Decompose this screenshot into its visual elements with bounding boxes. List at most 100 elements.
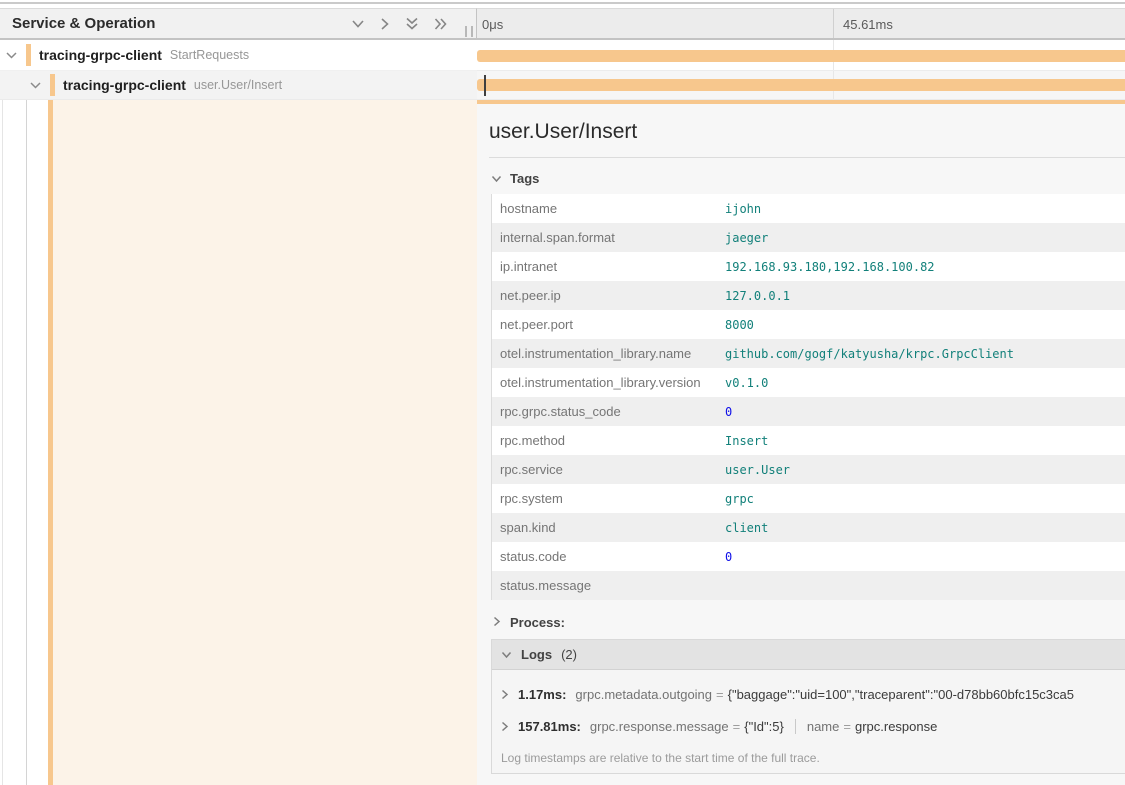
span-row-start-requests: tracing-grpc-client StartRequests: [0, 40, 1125, 71]
tag-key: rpc.grpc.status_code: [492, 404, 725, 419]
tag-row: status.message: [492, 571, 1125, 600]
tag-row: rpc.grpc.status_code0: [492, 397, 1125, 426]
tag-row: hostnameijohn: [492, 194, 1125, 223]
span-color-accent: [26, 44, 31, 66]
panel-resize-handle[interactable]: [465, 26, 473, 37]
chevron-down-icon[interactable]: [5, 51, 18, 60]
log-field-key: grpc.response.message: [590, 719, 729, 734]
tag-row: net.peer.port8000: [492, 310, 1125, 339]
tag-key: span.kind: [492, 520, 725, 535]
span-color-accent: [50, 74, 55, 96]
top-divider: [0, 2, 1125, 4]
span-bar-user-insert[interactable]: [477, 79, 1125, 91]
selected-span-indent-strip: [0, 100, 477, 785]
span-rows: tracing-grpc-client StartRequests tracin…: [0, 40, 1125, 100]
tag-row: net.peer.ip127.0.0.1: [492, 281, 1125, 310]
timeline-tick-mid: 45.61ms: [843, 17, 893, 32]
tag-row: status.code0: [492, 542, 1125, 571]
tag-row: internal.span.formatjaeger: [492, 223, 1125, 252]
tag-row: rpc.methodInsert: [492, 426, 1125, 455]
tag-key: otel.instrumentation_library.version: [492, 375, 725, 390]
timeline-tick-divider: [833, 9, 834, 38]
timeline-cursor-marker: [484, 75, 486, 96]
tag-row: rpc.serviceuser.User: [492, 455, 1125, 484]
span-row-user-insert: tracing-grpc-client user.User/Insert: [0, 71, 1125, 100]
equals-sign: =: [843, 719, 851, 734]
tag-value: 127.0.0.1: [725, 289, 790, 303]
chevron-right-icon: [501, 721, 509, 732]
log-field-value: {"Id":5}: [744, 719, 784, 734]
chevron-right-icon: [501, 689, 509, 700]
tag-value: jaeger: [725, 231, 768, 245]
tag-value: Insert: [725, 434, 768, 448]
span-track-start-requests: [477, 40, 1125, 71]
tag-value: client: [725, 521, 768, 535]
tags-section-label: Tags: [510, 171, 539, 186]
log-entry[interactable]: 157.81ms:grpc.response.message={"Id":5}n…: [501, 719, 1125, 734]
tag-key: rpc.service: [492, 462, 725, 477]
log-entry[interactable]: 1.17ms: grpc.metadata.outgoing = {"baggage"…: [501, 687, 1125, 702]
span-label-user-insert[interactable]: tracing-grpc-client user.User/Insert: [0, 71, 477, 100]
log-field-value: {"baggage":"uid=100","traceparent":"00-d…: [728, 687, 1074, 702]
span-detail-title: user.User/Insert: [489, 120, 1125, 144]
selected-span-highlight: [53, 100, 477, 785]
chevron-down-icon[interactable]: [29, 81, 42, 90]
chevron-down-icon: [491, 171, 502, 186]
tag-row: ip.intranet192.168.93.180,192.168.100.82: [492, 252, 1125, 281]
tag-key: otel.instrumentation_library.name: [492, 346, 725, 361]
expand-all-icon[interactable]: [405, 17, 419, 31]
log-field-key: name: [807, 719, 840, 734]
span-detail-panel: user.User/Insert Tags hostnameijohninter…: [477, 100, 1125, 785]
operation-name: user.User/Insert: [194, 78, 282, 92]
tag-key: status.message: [492, 578, 725, 593]
timeline-header: 0μs 45.61ms: [477, 8, 1125, 40]
indent-guide-line: [2, 100, 3, 785]
process-section-header[interactable]: Process:: [493, 615, 1125, 630]
equals-sign: =: [716, 687, 724, 702]
logs-section-label: Logs: [521, 647, 552, 662]
chevron-right-icon: [493, 615, 501, 630]
operation-name: StartRequests: [170, 48, 249, 62]
title-divider: [489, 157, 1125, 158]
tags-section-header[interactable]: Tags: [491, 171, 1125, 186]
chevron-down-icon: [501, 646, 512, 664]
log-field-key: grpc.metadata.outgoing: [575, 687, 712, 702]
tag-value: grpc: [725, 492, 754, 506]
equals-sign: =: [733, 719, 741, 734]
log-timestamp: 1.17ms:: [518, 687, 566, 702]
logs-section: Logs (2) 1.17ms:grpc.metadata.outgoing={…: [491, 639, 1125, 774]
tag-key: internal.span.format: [492, 230, 725, 245]
process-section-label: Process:: [510, 615, 565, 630]
tag-value: 0: [725, 550, 732, 564]
tag-value: v0.1.0: [725, 376, 768, 390]
tag-key: net.peer.port: [492, 317, 725, 332]
logs-count: (2): [561, 647, 577, 662]
service-operation-header: Service & Operation: [0, 8, 477, 40]
logs-footer-note: Log timestamps are relative to the start…: [501, 751, 1125, 765]
tag-key: hostname: [492, 201, 725, 216]
tag-key: rpc.method: [492, 433, 725, 448]
logs-list: 1.17ms: grpc.metadata.outgoing = {"baggage"…: [492, 670, 1125, 773]
tag-value: 192.168.93.180,192.168.100.82: [725, 260, 935, 274]
span-bar-start-requests[interactable]: [477, 50, 1125, 62]
logs-section-header[interactable]: Logs (2): [492, 640, 1125, 670]
tag-row: otel.instrumentation_library.versionv0.1…: [492, 368, 1125, 397]
tag-key: net.peer.ip: [492, 288, 725, 303]
span-label-start-requests[interactable]: tracing-grpc-client StartRequests: [0, 40, 477, 71]
tag-value: github.com/gogf/katyusha/krpc.GrpcClient: [725, 347, 1014, 361]
tag-value: 0: [725, 405, 732, 419]
timeline-tick-start: 0μs: [482, 17, 503, 32]
tag-value: 8000: [725, 318, 754, 332]
expand-one-level-icon[interactable]: [351, 19, 365, 29]
trace-view: Service & Operation 0μs 45.61ms: [0, 0, 1125, 785]
tag-row: span.kindclient: [492, 513, 1125, 542]
span-track-user-insert: [477, 71, 1125, 100]
tags-table: hostnameijohninternal.span.formatjaegeri…: [491, 194, 1125, 600]
indent-guide-line: [26, 100, 27, 785]
collapse-one-level-icon[interactable]: [380, 17, 390, 31]
tag-value: user.User: [725, 463, 790, 477]
log-field-divider: [795, 719, 796, 734]
log-field-value: grpc.response: [855, 719, 937, 734]
tag-row: otel.instrumentation_library.namegithub.…: [492, 339, 1125, 368]
collapse-all-icon[interactable]: [434, 17, 448, 31]
